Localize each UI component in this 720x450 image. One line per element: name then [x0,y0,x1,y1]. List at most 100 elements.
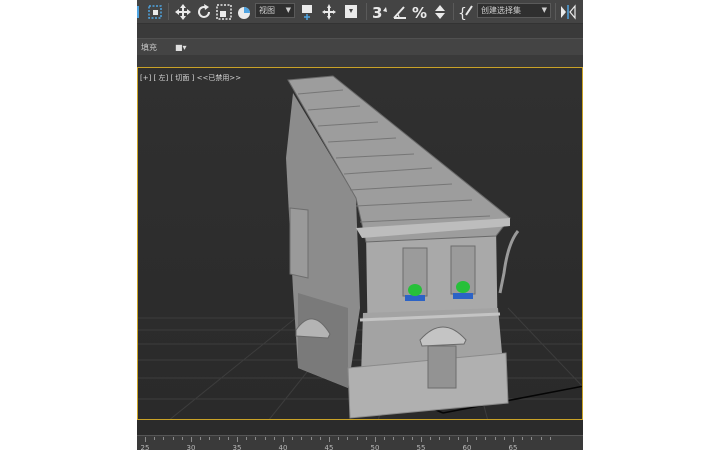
timeline-tick [209,437,211,440]
timeline-tick-label: 25 [140,444,150,450]
named-selection-dropdown[interactable]: 创建选择集 ▼ [477,3,551,18]
timeline-tick [292,437,294,440]
svg-text:{: { [458,6,467,21]
svg-text:3: 3 [372,4,382,21]
mirror-icon[interactable] [559,2,577,21]
move-icon[interactable] [173,2,193,21]
toolbar-separator [168,3,169,20]
svg-text:%: % [412,4,427,21]
timeline-tick [476,437,478,440]
select-manipulate-icon[interactable] [320,2,338,21]
flower-box-right [453,293,473,299]
spinner-snap-icon[interactable] [431,2,449,21]
camera-icon[interactable]: ■▾ [175,43,187,52]
plant-right [456,281,470,293]
viewport-bottom-gap [137,420,583,435]
main-toolbar: 视图 ▼ 3 % { 创建选择集 ▼ [137,0,583,24]
timeline-tick [301,437,303,440]
timeline-tick [439,437,441,440]
timeline-tick [329,437,330,442]
timeline-tick [273,437,275,440]
timeline-tick [430,437,432,440]
reference-coordinate-dropdown[interactable]: 视图 ▼ [255,3,295,18]
timeline-tick-label: 50 [370,444,380,450]
timeline-tick [200,437,202,440]
timeline-tick-label: 30 [186,444,196,450]
timeline-tick [218,437,220,440]
timeline-tick [227,437,229,440]
toolbar-separator [555,3,556,20]
timeline-tick [246,437,248,440]
ribbon-label[interactable]: 填充 [141,42,157,53]
angle-snap-icon[interactable] [391,2,409,21]
toolbar-gap [137,24,583,38]
timeline-tick [264,437,266,440]
place-icon[interactable] [234,2,254,21]
timeline-tick [549,437,551,440]
timeline-tick [255,437,257,440]
timeline-ruler[interactable]: 25 30 35 40 45 50 55 60 65 [137,435,583,450]
timeline-tick [181,437,183,440]
plant-left [408,284,422,296]
timeline-tick-label: 60 [462,444,472,450]
timeline-tick [356,437,358,440]
ribbon-panel: 填充 ■▾ [137,38,583,55]
toolbar-separator [453,3,454,20]
timeline-tick [467,437,468,442]
timeline-tick [283,437,284,442]
timeline-tick-label: 35 [232,444,242,450]
side-door [289,207,309,279]
snap-3-icon[interactable]: 3 [371,2,389,21]
timeline-tick [154,437,156,440]
timeline-tick [503,437,505,440]
timeline-tick [145,437,146,442]
house-model[interactable] [138,68,583,420]
timeline-tick [448,437,450,440]
app-window: 视图 ▼ 3 % { 创建选择集 ▼ 填充 ■▾ [+] [左] [切面]… [137,0,583,450]
timeline-tick [310,437,312,440]
keyboard-shortcut-icon[interactable] [342,2,360,21]
viewport-label[interactable]: [+] [ 左] [ 切面 ] <<已禁用>> [140,73,241,83]
pivot-center-icon[interactable] [298,2,316,21]
timeline-tick-label: 65 [508,444,518,450]
timeline-tick [485,437,487,440]
timeline-tick [163,437,165,440]
timeline-tick [384,437,386,440]
front-door [427,345,457,389]
timeline-tick [393,437,395,440]
named-selection-value: 创建选择集 [481,6,521,15]
timeline-tick [513,437,514,442]
timeline-tick [494,437,496,440]
timeline-tick [338,437,340,440]
edit-named-selection-icon[interactable]: { [457,2,475,21]
chevron-down-icon: ▼ [285,6,291,14]
perspective-viewport[interactable]: [+] [ 左] [ 切面 ] <<已禁用>> [137,67,583,420]
timeline-tick-label: 45 [324,444,334,450]
rotate-icon[interactable] [194,2,214,21]
house-side-base [298,293,348,388]
timeline-tick [411,437,413,440]
reference-coordinate-value: 视图 [259,6,275,15]
timeline-tick [365,437,367,440]
timeline-tick [421,437,422,442]
timeline-tick [522,437,524,440]
timeline-tick [531,437,533,440]
timeline-tick-label: 40 [278,444,288,450]
timeline-tick [457,437,459,440]
timeline-tick [237,437,238,442]
percent-snap-icon[interactable]: % [411,2,429,21]
drain-pipe [498,230,520,294]
chevron-down-icon: ▼ [541,6,547,14]
timeline-tick [540,437,542,440]
timeline-tick [191,437,192,442]
timeline-tick [319,437,321,440]
select-region-icon[interactable] [145,2,165,21]
toolbar-separator [366,3,367,20]
scale-icon[interactable] [214,2,234,21]
timeline-tick [347,437,349,440]
timeline-tick-label: 55 [416,444,426,450]
timeline-tick [375,437,376,442]
timeline-tick [172,437,174,440]
viewport-top-gap [137,55,583,67]
toolbar-edge [137,2,141,21]
